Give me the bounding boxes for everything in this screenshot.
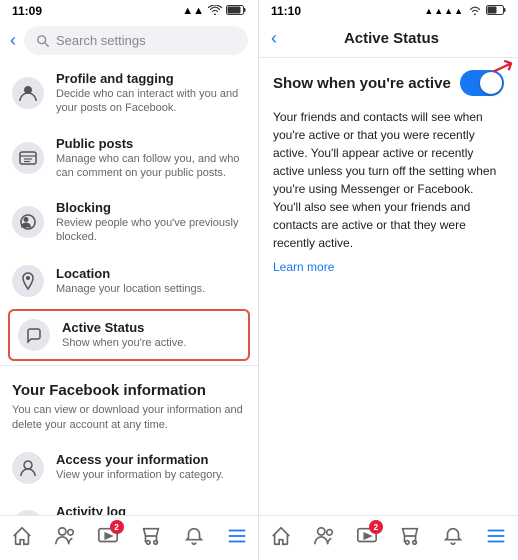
profile-icon	[12, 77, 44, 109]
settings-item-location[interactable]: Location Manage your location settings.	[0, 255, 258, 307]
profile-title: Profile and tagging	[56, 71, 246, 86]
right-panel: 11:10 ▲▲▲▲ ‹ Active Status	[259, 0, 518, 560]
settings-item-activity-log[interactable]: Activity log View and manage your inform…	[0, 494, 258, 515]
right-signal-icon: ▲▲▲▲	[424, 6, 464, 16]
right-bottom-nav: 2	[259, 515, 518, 560]
wifi-icon	[208, 5, 222, 18]
activity-log-text: Activity log View and manage your inform…	[56, 504, 246, 515]
left-back-arrow[interactable]: ‹	[10, 30, 20, 51]
access-info-icon	[12, 452, 44, 484]
location-icon	[12, 265, 44, 297]
nav-menu-right[interactable]	[484, 524, 508, 548]
active-status-subtitle: Show when you're active.	[62, 336, 240, 350]
left-time: 11:09	[12, 4, 42, 18]
search-placeholder: Search settings	[56, 33, 146, 48]
nav-watch-left[interactable]: 2	[96, 524, 120, 548]
location-subtitle: Manage your location settings.	[56, 282, 246, 296]
left-status-bar: 11:09 ▲▲	[0, 0, 258, 20]
location-title: Location	[56, 266, 246, 281]
nav-notifications-left[interactable]	[182, 524, 206, 548]
settings-item-active-status[interactable]: Active Status Show when you're active.	[8, 309, 250, 361]
public-posts-subtitle: Manage who can follow you, and who can c…	[56, 152, 246, 181]
nav-friends-right[interactable]	[312, 524, 336, 548]
right-status-icons: ▲▲▲▲	[424, 5, 506, 18]
nav-marketplace-left[interactable]	[139, 524, 163, 548]
settings-item-blocking[interactable]: Blocking Review people who you've previo…	[0, 190, 258, 255]
right-battery-icon	[486, 5, 506, 18]
left-bottom-nav: 2	[0, 515, 258, 560]
nav-notifications-right[interactable]	[441, 524, 465, 548]
left-status-icons: ▲▲	[182, 5, 246, 18]
search-bar[interactable]: Search settings	[24, 26, 248, 55]
active-status-icon	[18, 319, 50, 351]
active-status-title: Active Status	[62, 320, 240, 335]
nav-home-right[interactable]	[269, 524, 293, 548]
nav-marketplace-right[interactable]	[398, 524, 422, 548]
search-icon	[36, 34, 50, 48]
blocking-text: Blocking Review people who you've previo…	[56, 200, 246, 245]
toggle-label: Show when you're active	[273, 75, 451, 92]
public-posts-title: Public posts	[56, 136, 246, 151]
profile-text: Profile and tagging Decide who can inter…	[56, 71, 246, 116]
activity-log-title: Activity log	[56, 504, 246, 515]
settings-item-profile[interactable]: Profile and tagging Decide who can inter…	[0, 61, 258, 126]
section-description: You can view or download your informatio…	[0, 403, 258, 442]
right-title: Active Status	[277, 30, 506, 47]
public-posts-icon	[12, 142, 44, 174]
left-panel: 11:09 ▲▲ ‹	[0, 0, 259, 560]
toggle-switch[interactable]	[460, 70, 504, 96]
description-text: Your friends and contacts will see when …	[273, 108, 504, 252]
divider	[0, 365, 258, 366]
blocking-title: Blocking	[56, 200, 246, 215]
public-posts-text: Public posts Manage who can follow you, …	[56, 136, 246, 181]
right-status-bar: 11:10 ▲▲▲▲	[259, 0, 518, 20]
settings-item-public-posts[interactable]: Public posts Manage who can follow you, …	[0, 126, 258, 191]
blocking-subtitle: Review people who you've previously bloc…	[56, 216, 246, 245]
toggle-row: Show when you're active ↗	[273, 70, 504, 96]
battery-icon	[226, 5, 246, 18]
active-status-text: Active Status Show when you're active.	[62, 320, 240, 350]
profile-subtitle: Decide who can interact with you and you…	[56, 87, 246, 116]
right-wifi-icon	[468, 5, 482, 18]
location-text: Location Manage your location settings.	[56, 266, 246, 296]
access-info-text: Access your information View your inform…	[56, 452, 246, 482]
settings-item-access-info[interactable]: Access your information View your inform…	[0, 442, 258, 494]
access-info-title: Access your information	[56, 452, 246, 467]
settings-list: Profile and tagging Decide who can inter…	[0, 61, 258, 515]
nav-home-left[interactable]	[10, 524, 34, 548]
search-bar-area: ‹ Search settings	[0, 20, 258, 61]
right-header: ‹ Active Status	[259, 20, 518, 58]
watch-badge-left: 2	[110, 520, 124, 534]
right-time: 11:10	[271, 4, 301, 18]
learn-more-link[interactable]: Learn more	[273, 260, 334, 274]
nav-friends-left[interactable]	[53, 524, 77, 548]
nav-menu-left[interactable]	[225, 524, 249, 548]
nav-watch-right[interactable]: 2	[355, 524, 379, 548]
section-title: Your Facebook information	[0, 370, 258, 403]
right-content: Show when you're active ↗ Your friends a…	[259, 58, 518, 515]
learn-more-container: Learn more	[273, 258, 504, 276]
signal-icon: ▲▲	[182, 5, 204, 17]
description-paragraph: Your friends and contacts will see when …	[273, 110, 496, 250]
watch-badge-right: 2	[369, 520, 383, 534]
blocking-icon	[12, 206, 44, 238]
access-info-subtitle: View your information by category.	[56, 468, 246, 482]
